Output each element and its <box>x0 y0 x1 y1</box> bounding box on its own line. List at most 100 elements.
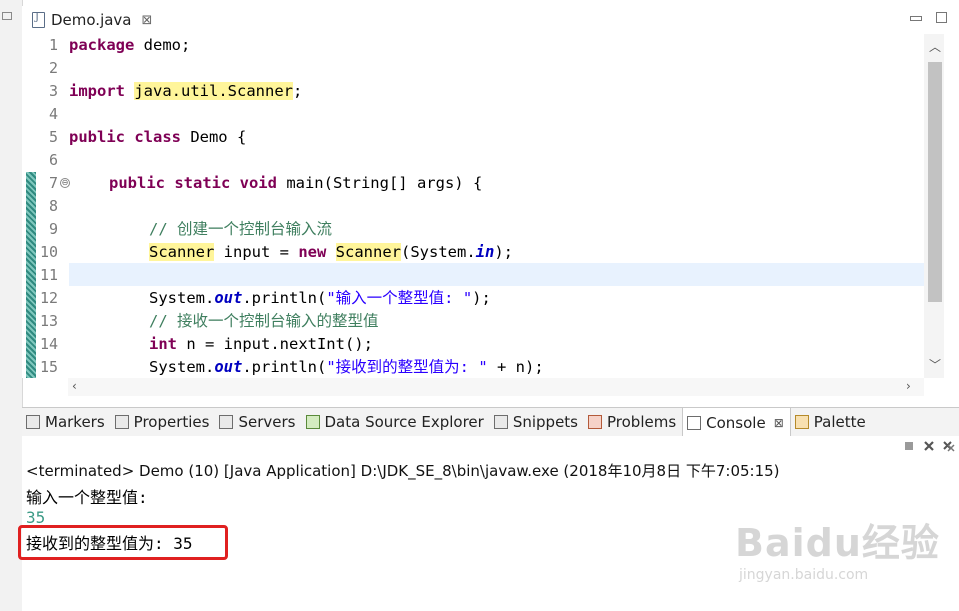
code-line-3: import java.util.Scanner; <box>69 80 302 103</box>
comment: // 接收一个控制台输入的整型值 <box>149 312 379 330</box>
keyword: new <box>298 243 327 261</box>
line-number: 11 <box>39 266 58 284</box>
editor-tab-demo-java[interactable]: Demo.java ⊠ <box>26 6 163 36</box>
tab-problems[interactable]: Problems <box>584 408 682 436</box>
problems-icon <box>588 415 602 429</box>
code-text: input = <box>214 243 299 261</box>
code-editor[interactable]: 1 2 3 4 5 6 7 ⊖ 8 9 10 11 12 13 14 15 pa… <box>22 34 924 378</box>
editor-tab-bar: Demo.java ⊠ <box>22 6 959 36</box>
tab-palette[interactable]: Palette <box>791 408 872 436</box>
fold-toggle-icon[interactable]: ⊖ <box>60 178 70 188</box>
tab-data-source-explorer[interactable]: Data Source Explorer <box>302 408 490 436</box>
line-number: 8 <box>48 197 58 215</box>
keyword: package <box>69 36 135 54</box>
code-line-13: // 接收一个控制台输入的整型值 <box>149 310 379 333</box>
editor-tab-label: Demo.java <box>51 11 132 29</box>
code-line-9: // 创建一个控制台输入流 <box>149 218 332 241</box>
tab-label: Markers <box>45 413 105 431</box>
code-text: Demo { <box>180 128 247 146</box>
code-text: ; <box>292 82 303 100</box>
line-number: 10 <box>39 243 58 261</box>
restore-icon[interactable] <box>2 12 12 20</box>
tab-label: Properties <box>133 413 210 431</box>
tab-label: Data Source Explorer <box>324 413 484 431</box>
code-text: n = input.nextInt(); <box>177 335 373 353</box>
tab-label: Palette <box>813 413 866 431</box>
scrollbar-thumb[interactable] <box>928 62 942 302</box>
scroll-right-icon[interactable]: › <box>906 379 911 393</box>
tab-label: Snippets <box>512 413 578 431</box>
minimize-icon[interactable] <box>910 16 922 21</box>
code-text: main(String[] args) { <box>276 174 483 192</box>
string-literal: "接收到的整型值为: " <box>326 358 488 376</box>
terminate-icon[interactable] <box>903 440 915 452</box>
line-number: 5 <box>48 128 58 146</box>
static-field: out <box>214 289 243 307</box>
code-text: .println( <box>242 289 327 307</box>
java-file-icon <box>32 12 45 28</box>
scroll-down-icon[interactable]: ﹀ <box>929 356 941 373</box>
tab-properties[interactable]: Properties <box>111 408 216 436</box>
code-line-1: package demo; <box>69 34 190 57</box>
maximize-icon[interactable] <box>936 12 947 23</box>
keyword: import <box>69 82 125 100</box>
tab-snippets[interactable]: Snippets <box>490 408 584 436</box>
line-number: 4 <box>48 105 58 123</box>
current-line-highlight <box>69 263 924 286</box>
tab-console[interactable]: Console ⊠ <box>682 408 791 437</box>
annotation-highlight-box <box>18 525 228 560</box>
tab-label: Problems <box>607 413 677 431</box>
editor-vertical-scrollbar[interactable]: ︿ ﹀ <box>924 34 944 378</box>
line-number: 15 <box>39 358 58 376</box>
palette-icon <box>794 415 809 429</box>
line-number: 2 <box>48 59 58 77</box>
code-line-15: System.out.println("接收到的整型值为: " + n); <box>149 356 544 378</box>
highlighted-token: java.util.Scanner <box>134 82 293 100</box>
left-side-strip <box>0 0 23 611</box>
code-line-5: public class Demo { <box>69 126 246 149</box>
highlighted-token: Scanner <box>149 243 215 261</box>
remove-all-terminated-icon[interactable] <box>943 440 955 452</box>
editor-horizontal-scrollbar[interactable]: ‹ › <box>68 378 924 396</box>
comment: // 创建一个控制台输入流 <box>149 220 332 238</box>
close-console-icon[interactable]: ⊠ <box>774 416 784 430</box>
scroll-up-icon[interactable]: ︿ <box>929 38 941 55</box>
data-source-icon <box>305 415 320 429</box>
line-number: 3 <box>48 82 58 100</box>
highlighted-token: Scanner <box>335 243 401 261</box>
watermark-logo: Baidu经验 <box>735 521 940 565</box>
servers-icon <box>219 415 234 429</box>
line-number: 7 <box>48 174 58 192</box>
code-text: demo; <box>134 36 191 54</box>
code-text: (System. <box>401 243 476 261</box>
watermark-url: jingyan.baidu.com <box>739 567 869 583</box>
line-number: 6 <box>48 151 58 169</box>
code-text: ); <box>472 289 491 307</box>
code-text: .println( <box>242 358 327 376</box>
console-status: <terminated> Demo (10) [Java Application… <box>26 462 780 480</box>
tab-label: Servers <box>238 413 296 431</box>
console-output-prompt: 输入一个整型值: <box>26 488 148 507</box>
static-field: out <box>214 358 243 376</box>
snippets-icon <box>493 415 508 429</box>
line-number: 14 <box>39 335 58 353</box>
tab-servers[interactable]: Servers <box>215 408 301 436</box>
code-text: System. <box>149 289 215 307</box>
code-line-14: int n = input.nextInt(); <box>149 333 373 356</box>
code-text: ); <box>494 243 513 261</box>
properties-icon <box>114 415 129 429</box>
remove-launch-icon[interactable] <box>923 440 935 452</box>
close-tab-icon[interactable]: ⊠ <box>142 13 153 28</box>
line-number: 12 <box>39 289 58 307</box>
line-number: 9 <box>48 220 58 238</box>
tab-markers[interactable]: Markers <box>22 408 111 436</box>
keyword: public static void <box>109 174 277 192</box>
scroll-left-icon[interactable]: ‹ <box>72 379 77 393</box>
bottom-panel-tabs: Markers Properties Servers Data Source E… <box>22 407 959 437</box>
line-number: 13 <box>39 312 58 330</box>
code-line-12: System.out.println("输入一个整型值: "); <box>149 287 491 310</box>
keyword: int <box>149 335 177 353</box>
line-number: 1 <box>48 36 58 54</box>
